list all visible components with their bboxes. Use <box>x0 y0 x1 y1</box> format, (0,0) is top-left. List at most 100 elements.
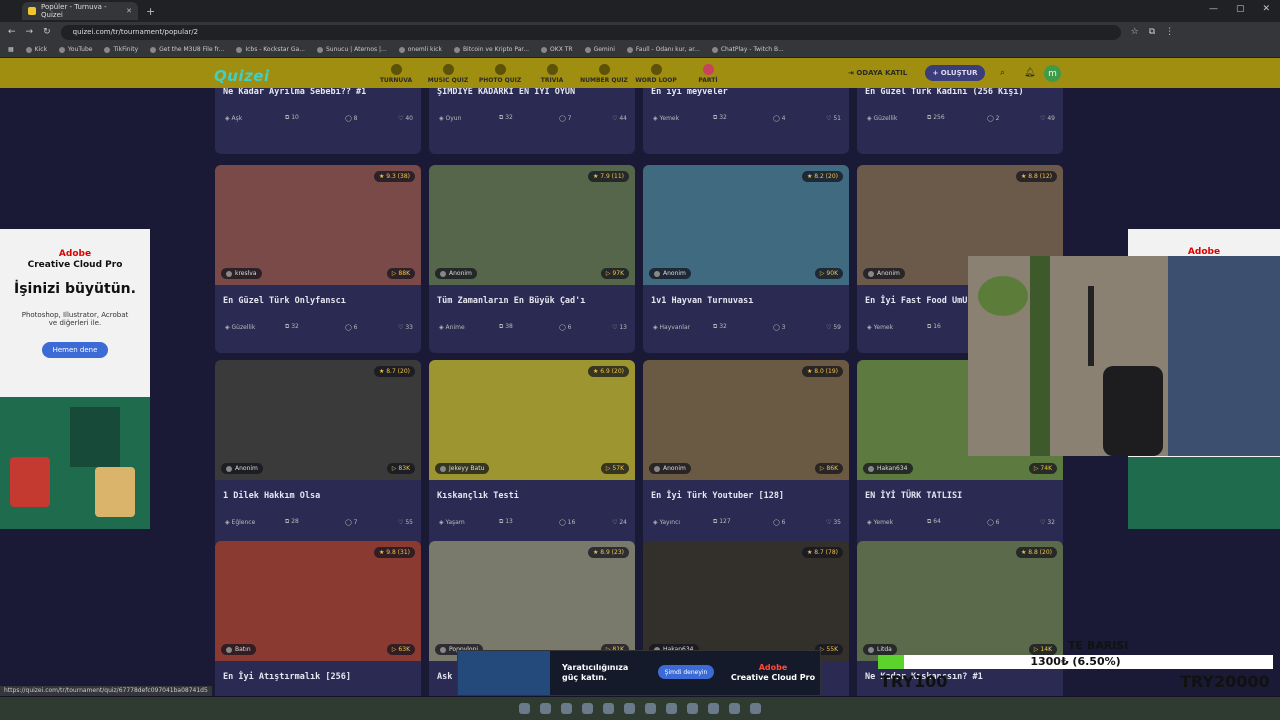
bookmark-item[interactable]: Kick <box>25 46 47 53</box>
new-tab-icon[interactable]: + <box>146 5 155 18</box>
card-question-count: ⧉ 28 <box>285 518 299 525</box>
menu-icon[interactable]: ⋮ <box>1165 27 1174 37</box>
taskbar-app-icon[interactable] <box>729 703 740 714</box>
window-controls: — ▢ ✕ <box>1209 4 1270 14</box>
taskbar-app-icon[interactable] <box>561 703 572 714</box>
bookmark-item[interactable]: Gemini <box>584 46 615 53</box>
search-icon[interactable]: ⌕ <box>1000 68 1010 78</box>
taskbar-app-icon[interactable] <box>645 703 656 714</box>
quizei-logo[interactable]: Quizei <box>214 67 270 85</box>
card-thumbnail: ★ 9.8 (31) Batın ▷ 63K <box>215 541 421 661</box>
card-question-count: ⧉ 127 <box>713 518 731 525</box>
tournament-card[interactable]: ★ 8.2 (20) Anonim ▷ 90K 1v1 Hayvan Turnuvas… <box>643 165 849 353</box>
bookmark-item[interactable]: Faull - Odanı kur, ar... <box>626 46 700 53</box>
tournament-card[interactable]: Ne Kadar Ayrılma Sebebi?? #1 ◈ Aşk ⧉ 10 ◯ 8… <box>215 88 421 154</box>
tournament-card[interactable]: ★ 9.3 (38) kreslva ▷ 88K En Güzel Türk Only… <box>215 165 421 353</box>
bookmark-star-icon[interactable]: ☆ <box>1131 27 1139 37</box>
card-like-count: ♡ 32 <box>1040 518 1055 526</box>
nav-number-quiz[interactable]: NUMBER QUIZ <box>579 64 629 84</box>
card-question-count: ⧉ 38 <box>499 323 513 330</box>
tournament-card[interactable]: ★ 8.7 (20) Anonim ▷ 83K 1 Dilek Hakkım Olsa… <box>215 360 421 548</box>
bookmark-favicon-icon <box>541 46 548 53</box>
back-icon[interactable]: ← <box>8 27 16 37</box>
taskbar-app-icon[interactable] <box>603 703 614 714</box>
tournament-card[interactable]: En Güzel Türk Kadını (256 Kişi) ◈ Güzelli… <box>857 88 1063 154</box>
nav-trivia[interactable]: TRIVIA <box>527 64 577 84</box>
nav-music-quiz[interactable]: MUSIC QUIZ <box>423 64 473 84</box>
bookmark-item[interactable]: Icbs - Kockstar Ga... <box>236 46 305 53</box>
url-field[interactable]: quizei.com/tr/tournament/popular/2 <box>60 24 1121 40</box>
ad-cta-button[interactable]: Şimdi deneyin <box>658 665 714 679</box>
card-rating: ★ 8.0 (19) <box>801 366 843 377</box>
tournament-card[interactable]: ★ 7.9 (11) Anonim ▷ 97K Tüm Zamanların En B… <box>429 165 635 353</box>
nav-turnuva[interactable]: TURNUVA <box>371 64 421 84</box>
card-comment-count: ◯ 6 <box>345 323 358 331</box>
card-like-count: ♡ 24 <box>612 518 627 526</box>
card-rating: ★ 8.8 (20) <box>1015 547 1057 558</box>
tournament-card[interactable]: ★ 9.8 (31) Batın ▷ 63K En İyi Atıştırmalık … <box>215 541 421 696</box>
card-title: Tüm Zamanların En Büyük Çad'ı <box>437 296 586 306</box>
taskbar-app-icon[interactable] <box>624 703 635 714</box>
ad-product: Creative Cloud Pro <box>730 673 816 682</box>
tournament-card[interactable]: ŞİMDİYE KADARKİ EN İYİ OYUN ◈ Oyun ⧉ 32 ◯ 7… <box>429 88 635 154</box>
nav-word-loop[interactable]: WORD LOOP <box>631 64 681 84</box>
bookmark-item[interactable]: onemli kick <box>398 46 442 53</box>
question-icon <box>546 64 558 75</box>
card-author: Hakan634 <box>863 463 913 474</box>
tournament-card[interactable]: En iyi meyveler ◈ Yemek ⧉ 32 ◯ 4 ♡ 51 <box>643 88 849 154</box>
apps-icon[interactable]: ▦ <box>8 46 14 53</box>
forward-icon[interactable]: → <box>26 27 34 37</box>
donation-progress-bar: 1300₺ (6.50%) <box>878 655 1273 669</box>
taskbar-app-icon[interactable] <box>540 703 551 714</box>
reload-icon[interactable]: ↻ <box>43 27 51 37</box>
tournament-card[interactable]: ★ 8.0 (19) Anonim ▷ 86K En İyi Türk Youtube… <box>643 360 849 548</box>
taskbar-app-icon[interactable] <box>750 703 761 714</box>
taskbar-app-icon[interactable] <box>582 703 593 714</box>
author-avatar-icon <box>654 465 660 472</box>
bookmark-item[interactable]: OKX TR <box>541 46 573 53</box>
card-like-count: ♡ 35 <box>826 518 841 526</box>
bookmark-item[interactable]: TikFinity <box>104 46 138 53</box>
bottom-adobe-ad[interactable]: Yaratıcılığınıza güç katın. Şimdi deneyi… <box>457 650 821 696</box>
quizei-favicon-icon <box>28 7 36 15</box>
music-note-icon <box>442 64 454 75</box>
nav-photo-quiz[interactable]: PHOTO QUIZ <box>475 64 525 84</box>
user-avatar[interactable]: m <box>1044 65 1061 82</box>
taskbar-app-icon[interactable] <box>519 703 530 714</box>
card-views: ▷ 63K <box>386 644 415 655</box>
ad-body: Photoshop, Illustrator, Acrobat ve diğer… <box>21 311 129 327</box>
card-title: Kıskançlık Testi <box>437 491 519 501</box>
hash-icon <box>598 64 610 75</box>
bookmark-item[interactable]: Get the M3U8 File fr... <box>150 46 224 53</box>
card-category: ◈ Güzellik <box>867 114 898 122</box>
tab-title: Popüler - Turnuva - Quizei <box>41 3 107 19</box>
bookmark-item[interactable]: Sunucu | Aternos |... <box>316 46 387 53</box>
minimize-icon[interactable]: — <box>1209 4 1218 14</box>
donation-label: TE BARISI <box>1068 639 1129 652</box>
taskbar-app-icon[interactable] <box>666 703 677 714</box>
left-adobe-ad[interactable]: Adobe Creative Cloud Pro İşinizi büyütün… <box>0 229 150 529</box>
author-avatar-icon <box>440 646 446 653</box>
tournament-card[interactable]: ★ 6.9 (20) Jekeyy Batu ▷ 57K Kıskançlık Tes… <box>429 360 635 548</box>
card-category: ◈ Anime <box>439 323 465 331</box>
author-avatar-icon <box>868 270 874 277</box>
bookmark-favicon-icon <box>25 46 32 53</box>
taskbar-app-icon[interactable] <box>708 703 719 714</box>
ad-cta-button[interactable]: Hemen dene <box>42 342 108 358</box>
close-window-icon[interactable]: ✕ <box>1262 4 1270 14</box>
taskbar-app-icon[interactable] <box>687 703 698 714</box>
bookmark-item[interactable]: Bitcoin ve Kripto Par... <box>453 46 529 53</box>
bell-icon[interactable]: 🔔︎ <box>1024 68 1035 78</box>
bookmark-item[interactable]: YouTube <box>59 46 92 53</box>
join-room-button[interactable]: ⇥ ODAYA KATIL <box>848 69 907 77</box>
browser-tab[interactable]: Popüler - Turnuva - Quizei ✕ <box>22 2 138 20</box>
create-button[interactable]: + OLUŞTUR <box>925 65 985 81</box>
card-title: 1v1 Hayvan Turnuvası <box>651 296 754 306</box>
maximize-icon[interactable]: ▢ <box>1236 4 1245 14</box>
close-tab-icon[interactable]: ✕ <box>126 7 132 15</box>
card-category: ◈ Yemek <box>867 323 894 331</box>
card-meta: ◈ Anime ⧉ 38 ◯ 6 ♡ 13 <box>429 323 635 339</box>
nav-parti[interactable]: PARTİ <box>683 64 733 84</box>
extensions-icon[interactable]: ⧉ <box>1149 27 1155 37</box>
bookmark-item[interactable]: ChatPlay - Twitch B... <box>711 46 784 53</box>
